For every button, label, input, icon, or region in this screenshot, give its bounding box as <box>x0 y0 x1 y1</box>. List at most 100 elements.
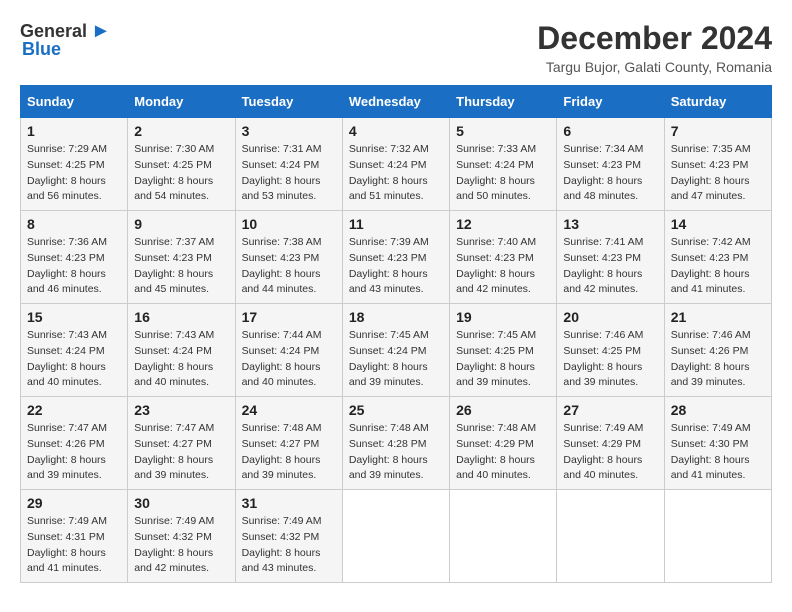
day-info: Sunrise: 7:47 AMSunset: 4:27 PMDaylight:… <box>134 422 214 481</box>
day-number: 14 <box>671 216 765 232</box>
day-number: 15 <box>27 309 121 325</box>
logo: General ► Blue <box>20 20 111 60</box>
day-number: 10 <box>242 216 336 232</box>
col-wednesday: Wednesday <box>342 86 449 118</box>
calendar-title-area: December 2024 Targu Bujor, Galati County… <box>537 20 772 75</box>
day-info: Sunrise: 7:40 AMSunset: 4:23 PMDaylight:… <box>456 236 536 295</box>
day-number: 2 <box>134 123 228 139</box>
day-info: Sunrise: 7:48 AMSunset: 4:27 PMDaylight:… <box>242 422 322 481</box>
calendar-week-row: 15 Sunrise: 7:43 AMSunset: 4:24 PMDaylig… <box>21 304 772 397</box>
table-row: 28 Sunrise: 7:49 AMSunset: 4:30 PMDaylig… <box>664 397 771 490</box>
table-row: 21 Sunrise: 7:46 AMSunset: 4:26 PMDaylig… <box>664 304 771 397</box>
day-info: Sunrise: 7:37 AMSunset: 4:23 PMDaylight:… <box>134 236 214 295</box>
day-info: Sunrise: 7:49 AMSunset: 4:32 PMDaylight:… <box>242 515 322 574</box>
table-row: 7 Sunrise: 7:35 AMSunset: 4:23 PMDayligh… <box>664 118 771 211</box>
table-row: 24 Sunrise: 7:48 AMSunset: 4:27 PMDaylig… <box>235 397 342 490</box>
day-info: Sunrise: 7:48 AMSunset: 4:28 PMDaylight:… <box>349 422 429 481</box>
day-number: 28 <box>671 402 765 418</box>
day-number: 3 <box>242 123 336 139</box>
table-row: 3 Sunrise: 7:31 AMSunset: 4:24 PMDayligh… <box>235 118 342 211</box>
day-number: 11 <box>349 216 443 232</box>
day-info: Sunrise: 7:46 AMSunset: 4:25 PMDaylight:… <box>563 329 643 388</box>
table-row: 9 Sunrise: 7:37 AMSunset: 4:23 PMDayligh… <box>128 211 235 304</box>
day-info: Sunrise: 7:49 AMSunset: 4:31 PMDaylight:… <box>27 515 107 574</box>
col-tuesday: Tuesday <box>235 86 342 118</box>
day-info: Sunrise: 7:41 AMSunset: 4:23 PMDaylight:… <box>563 236 643 295</box>
table-row: 10 Sunrise: 7:38 AMSunset: 4:23 PMDaylig… <box>235 211 342 304</box>
day-info: Sunrise: 7:43 AMSunset: 4:24 PMDaylight:… <box>134 329 214 388</box>
day-info: Sunrise: 7:33 AMSunset: 4:24 PMDaylight:… <box>456 143 536 202</box>
col-monday: Monday <box>128 86 235 118</box>
table-row: 14 Sunrise: 7:42 AMSunset: 4:23 PMDaylig… <box>664 211 771 304</box>
day-number: 16 <box>134 309 228 325</box>
day-info: Sunrise: 7:31 AMSunset: 4:24 PMDaylight:… <box>242 143 322 202</box>
day-info: Sunrise: 7:42 AMSunset: 4:23 PMDaylight:… <box>671 236 751 295</box>
table-row <box>557 490 664 583</box>
table-row: 31 Sunrise: 7:49 AMSunset: 4:32 PMDaylig… <box>235 490 342 583</box>
day-number: 25 <box>349 402 443 418</box>
col-sunday: Sunday <box>21 86 128 118</box>
day-number: 27 <box>563 402 657 418</box>
col-thursday: Thursday <box>450 86 557 118</box>
day-info: Sunrise: 7:45 AMSunset: 4:25 PMDaylight:… <box>456 329 536 388</box>
day-number: 30 <box>134 495 228 511</box>
calendar-header-row: Sunday Monday Tuesday Wednesday Thursday… <box>21 86 772 118</box>
table-row: 20 Sunrise: 7:46 AMSunset: 4:25 PMDaylig… <box>557 304 664 397</box>
day-info: Sunrise: 7:49 AMSunset: 4:29 PMDaylight:… <box>563 422 643 481</box>
day-info: Sunrise: 7:48 AMSunset: 4:29 PMDaylight:… <box>456 422 536 481</box>
day-info: Sunrise: 7:49 AMSunset: 4:30 PMDaylight:… <box>671 422 751 481</box>
day-number: 17 <box>242 309 336 325</box>
table-row: 12 Sunrise: 7:40 AMSunset: 4:23 PMDaylig… <box>450 211 557 304</box>
table-row: 23 Sunrise: 7:47 AMSunset: 4:27 PMDaylig… <box>128 397 235 490</box>
day-info: Sunrise: 7:43 AMSunset: 4:24 PMDaylight:… <box>27 329 107 388</box>
col-friday: Friday <box>557 86 664 118</box>
day-number: 9 <box>134 216 228 232</box>
day-info: Sunrise: 7:36 AMSunset: 4:23 PMDaylight:… <box>27 236 107 295</box>
table-row <box>342 490 449 583</box>
table-row: 29 Sunrise: 7:49 AMSunset: 4:31 PMDaylig… <box>21 490 128 583</box>
day-info: Sunrise: 7:32 AMSunset: 4:24 PMDaylight:… <box>349 143 429 202</box>
table-row: 30 Sunrise: 7:49 AMSunset: 4:32 PMDaylig… <box>128 490 235 583</box>
table-row: 17 Sunrise: 7:44 AMSunset: 4:24 PMDaylig… <box>235 304 342 397</box>
calendar-week-row: 1 Sunrise: 7:29 AMSunset: 4:25 PMDayligh… <box>21 118 772 211</box>
logo-blue: Blue <box>22 39 61 60</box>
day-number: 23 <box>134 402 228 418</box>
day-number: 12 <box>456 216 550 232</box>
day-number: 13 <box>563 216 657 232</box>
table-row: 27 Sunrise: 7:49 AMSunset: 4:29 PMDaylig… <box>557 397 664 490</box>
page-header: General ► Blue December 2024 Targu Bujor… <box>20 20 772 75</box>
day-number: 4 <box>349 123 443 139</box>
calendar-title: December 2024 <box>537 20 772 57</box>
day-info: Sunrise: 7:46 AMSunset: 4:26 PMDaylight:… <box>671 329 751 388</box>
day-info: Sunrise: 7:30 AMSunset: 4:25 PMDaylight:… <box>134 143 214 202</box>
table-row: 13 Sunrise: 7:41 AMSunset: 4:23 PMDaylig… <box>557 211 664 304</box>
calendar-subtitle: Targu Bujor, Galati County, Romania <box>537 59 772 75</box>
day-number: 5 <box>456 123 550 139</box>
day-info: Sunrise: 7:44 AMSunset: 4:24 PMDaylight:… <box>242 329 322 388</box>
day-number: 24 <box>242 402 336 418</box>
table-row <box>450 490 557 583</box>
day-info: Sunrise: 7:35 AMSunset: 4:23 PMDaylight:… <box>671 143 751 202</box>
day-number: 31 <box>242 495 336 511</box>
day-number: 18 <box>349 309 443 325</box>
col-saturday: Saturday <box>664 86 771 118</box>
table-row: 22 Sunrise: 7:47 AMSunset: 4:26 PMDaylig… <box>21 397 128 490</box>
table-row: 25 Sunrise: 7:48 AMSunset: 4:28 PMDaylig… <box>342 397 449 490</box>
day-number: 7 <box>671 123 765 139</box>
day-info: Sunrise: 7:34 AMSunset: 4:23 PMDaylight:… <box>563 143 643 202</box>
table-row: 15 Sunrise: 7:43 AMSunset: 4:24 PMDaylig… <box>21 304 128 397</box>
logo-bird-icon: ► <box>91 20 111 43</box>
table-row: 16 Sunrise: 7:43 AMSunset: 4:24 PMDaylig… <box>128 304 235 397</box>
day-info: Sunrise: 7:38 AMSunset: 4:23 PMDaylight:… <box>242 236 322 295</box>
calendar-table: Sunday Monday Tuesday Wednesday Thursday… <box>20 85 772 583</box>
table-row: 6 Sunrise: 7:34 AMSunset: 4:23 PMDayligh… <box>557 118 664 211</box>
table-row: 1 Sunrise: 7:29 AMSunset: 4:25 PMDayligh… <box>21 118 128 211</box>
day-number: 1 <box>27 123 121 139</box>
table-row: 5 Sunrise: 7:33 AMSunset: 4:24 PMDayligh… <box>450 118 557 211</box>
day-number: 8 <box>27 216 121 232</box>
day-number: 19 <box>456 309 550 325</box>
table-row: 8 Sunrise: 7:36 AMSunset: 4:23 PMDayligh… <box>21 211 128 304</box>
table-row: 4 Sunrise: 7:32 AMSunset: 4:24 PMDayligh… <box>342 118 449 211</box>
day-info: Sunrise: 7:29 AMSunset: 4:25 PMDaylight:… <box>27 143 107 202</box>
day-number: 29 <box>27 495 121 511</box>
